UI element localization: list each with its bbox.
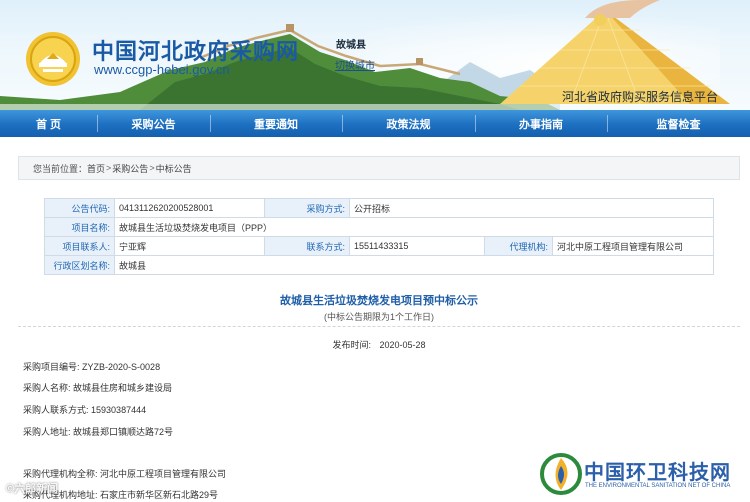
detail-label: 采购人联系方式: [23, 405, 89, 415]
project-name-label: 项目名称: [44, 217, 115, 237]
detail-value: ZYZB-2020-S-0028 [82, 362, 161, 372]
table-row: 项目名称: 故城县生活垃圾焚烧发电项目（PPP） [44, 217, 714, 237]
watermark-subtitle: THE ENVIRONMENTAL SANITATION NET OF CHIN… [585, 483, 731, 489]
breadcrumb: 您当前位置： 首页 > 采购公告 > 中标公告 [18, 156, 740, 180]
nav-item-announcements[interactable]: 采购公告 [97, 110, 210, 137]
breadcrumb-award[interactable]: 中标公告 [156, 162, 192, 175]
table-row: 项目联系人: 宁亚辉 联系方式: 15511433315 代理机构: 河北中原工… [44, 236, 714, 256]
switch-city-link[interactable]: 切换城市 [335, 57, 375, 72]
detail-value: 河北中原工程项目管理有限公司 [100, 469, 227, 479]
notice-subtitle: (中标公告期限为1个工作日) [323, 312, 434, 322]
breadcrumb-home[interactable]: 首页 [87, 162, 105, 175]
phone-label: 联系方式: [264, 236, 350, 256]
main-nav: 首 页 采购公告 重要通知 政策法规 办事指南 监督检查 [0, 110, 750, 137]
purchase-method-label: 采购方式: [264, 198, 350, 218]
detail-label: 采购人地址: [23, 427, 71, 437]
site-url: www.ccgp-hebei.gov.cn [94, 62, 230, 77]
detail-label: 采购代理机构全称: [23, 469, 98, 479]
contact-value: 宁亚辉 [114, 236, 265, 256]
detail-purchaser-address: 采购人地址: 故城县郑口镇顺达路72号 [23, 425, 173, 438]
nav-item-supervision[interactable]: 监督检查 [607, 110, 750, 137]
project-name-value: 故城县生活垃圾焚烧发电项目（PPP） [114, 217, 714, 237]
breadcrumb-prefix: 您当前位置： [33, 163, 88, 174]
region-label: 行政区划名称: [44, 255, 115, 275]
detail-value: 15930387444 [91, 405, 147, 415]
nav-item-policies[interactable]: 政策法规 [342, 110, 475, 137]
publish-time: 发布时间: 2020-05-28 [18, 338, 740, 351]
agency-label: 代理机构: [484, 236, 553, 256]
agency-value: 河北中原工程项目管理有限公司 [552, 236, 714, 256]
table-row: 行政区划名称: 故城县 [44, 255, 714, 275]
breadcrumb-separator: > [149, 163, 155, 173]
contact-label: 项目联系人: [44, 236, 115, 256]
notice-info-table: 公告代码: 0413112620200528001 采购方式: 公开招标 项目名… [44, 198, 714, 275]
nav-item-notices[interactable]: 重要通知 [210, 110, 342, 137]
publish-time-value: 2020-05-28 [379, 340, 426, 350]
purchase-method-value: 公开招标 [349, 198, 714, 218]
phone-value: 15511433315 [349, 236, 485, 256]
notice-code-value: 0413112620200528001 [114, 198, 265, 218]
notice-code-label: 公告代码: [44, 198, 115, 218]
detail-value: 石家庄市新华区新石北路29号 [100, 490, 219, 500]
publish-time-label: 发布时间: [332, 340, 371, 350]
detail-label: 采购项目编号: [23, 362, 80, 372]
detail-value: 故城县住房和城乡建设局 [73, 383, 173, 393]
watermark-logo: 中国环卫科技网 THE ENVIRONMENTAL SANITATION NET… [540, 452, 745, 497]
current-county: 故城县 [336, 40, 366, 51]
region-value: 故城县 [114, 255, 714, 275]
detail-project-number: 采购项目编号: ZYZB-2020-S-0028 [23, 360, 160, 373]
table-row: 公告代码: 0413112620200528001 采购方式: 公开招标 [44, 198, 714, 218]
sanitation-logo-icon [540, 453, 582, 495]
detail-purchaser-phone: 采购人联系方式: 15930387444 [23, 403, 146, 416]
nav-item-home[interactable]: 首 页 [0, 110, 97, 137]
detail-purchaser-name: 采购人名称: 故城县住房和城乡建设局 [23, 381, 172, 394]
breadcrumb-separator: > [106, 163, 112, 173]
notice-title: 故城县生活垃圾焚烧发电项目预中标公示 [280, 295, 478, 307]
platform-name: 河北省政府购买服务信息平台 [562, 90, 719, 104]
nav-item-guide[interactable]: 办事指南 [475, 110, 607, 137]
detail-label: 采购人名称: [23, 383, 71, 393]
main-content: 您当前位置： 首页 > 采购公告 > 中标公告 公告代码: 0413112620… [18, 150, 740, 502]
watermark-left: ©六郎新闻 [6, 483, 59, 495]
detail-value: 故城县郑口镇顺达路72号 [73, 427, 174, 437]
site-emblem-icon [26, 32, 80, 86]
breadcrumb-announcements[interactable]: 采购公告 [112, 162, 148, 175]
site-banner: 中国河北政府采购网 www.ccgp-hebei.gov.cn 故城县 切换城市… [0, 0, 750, 110]
watermark-title: 中国环卫科技网 [584, 462, 731, 484]
detail-agency-name: 采购代理机构全称: 河北中原工程项目管理有限公司 [23, 467, 226, 480]
divider [18, 326, 740, 327]
